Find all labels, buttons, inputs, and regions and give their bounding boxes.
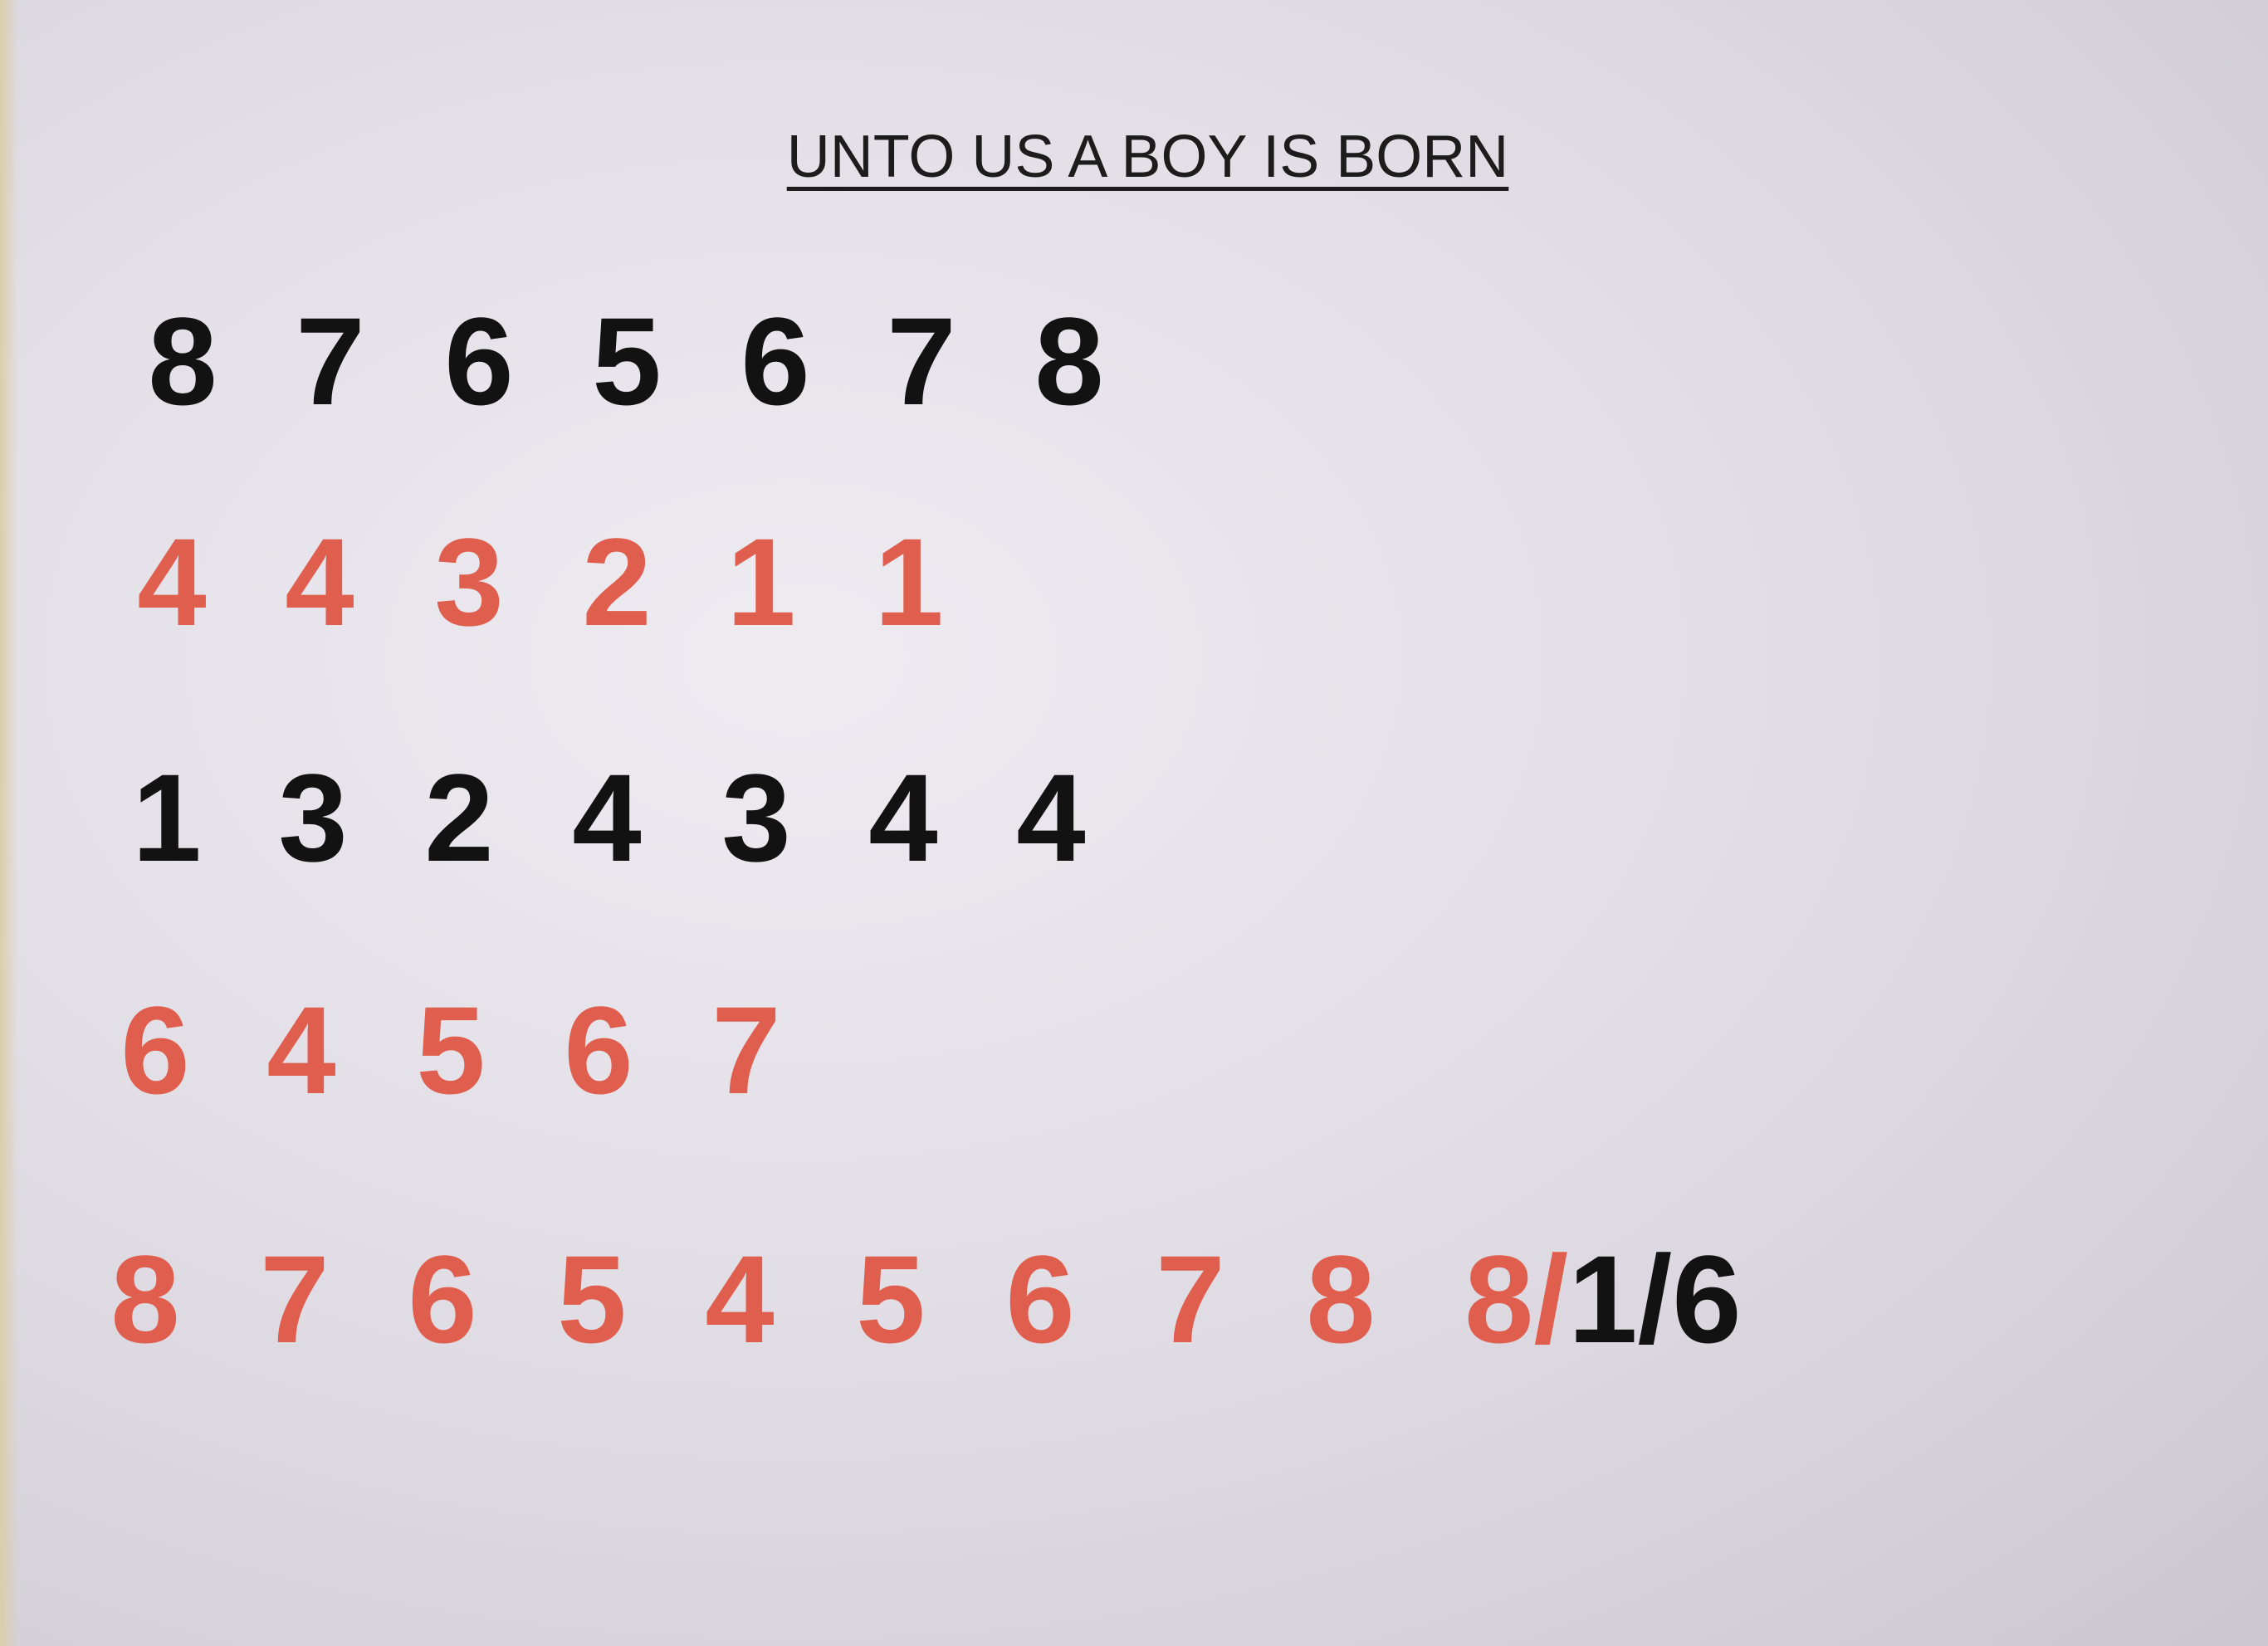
row-3-number: 4 bbox=[572, 748, 642, 887]
row-3-number: 3 bbox=[721, 748, 791, 887]
row-5-number: 6 bbox=[408, 1229, 477, 1369]
final-red-part: 8/ bbox=[1464, 1229, 1569, 1369]
row-4-number: 7 bbox=[711, 980, 781, 1120]
row-1-number: 7 bbox=[887, 291, 956, 431]
row-4-number: 6 bbox=[120, 980, 190, 1120]
row-3-number: 2 bbox=[424, 748, 494, 887]
row-3-number: 4 bbox=[868, 748, 938, 887]
row-2-number: 1 bbox=[874, 512, 944, 652]
row-2-number: 3 bbox=[434, 512, 504, 652]
row-1-number: 6 bbox=[741, 291, 810, 431]
final-black-part: 1/6 bbox=[1568, 1229, 1742, 1369]
row-2-number: 4 bbox=[285, 512, 354, 652]
row-5-number: 8 bbox=[1306, 1229, 1376, 1369]
row-5-number: 7 bbox=[1156, 1229, 1225, 1369]
row-3-number: 3 bbox=[278, 748, 348, 887]
row-2-number: 4 bbox=[137, 512, 207, 652]
row-4-number: 4 bbox=[266, 980, 336, 1120]
row-1-number: 8 bbox=[1034, 291, 1104, 431]
row-2-number: 2 bbox=[582, 512, 652, 652]
row-3-number: 1 bbox=[132, 748, 202, 887]
row-5-number: 6 bbox=[1005, 1229, 1075, 1369]
song-title: UNTO US A BOY IS BORN bbox=[786, 124, 1509, 190]
paper-sheet: UNTO US A BOY IS BORN 8 7 6 5 6 7 8 4 4 … bbox=[0, 0, 2268, 1646]
row-4-number: 5 bbox=[416, 980, 486, 1120]
row-1-number: 8 bbox=[148, 291, 218, 431]
row-5-number: 8 bbox=[110, 1229, 180, 1369]
row-2-number: 1 bbox=[726, 512, 796, 652]
row-1-number: 7 bbox=[296, 291, 365, 431]
row-5-number: 5 bbox=[856, 1229, 926, 1369]
row-5-number: 7 bbox=[260, 1229, 330, 1369]
final-combo: 8/1/6 bbox=[1464, 1228, 1742, 1370]
paper-edge bbox=[0, 0, 18, 1646]
row-4-number: 6 bbox=[564, 980, 633, 1120]
row-1-number: 5 bbox=[592, 291, 662, 431]
row-5-number: 5 bbox=[557, 1229, 627, 1369]
row-5-number: 4 bbox=[705, 1229, 775, 1369]
row-1-number: 6 bbox=[444, 291, 514, 431]
row-3-number: 4 bbox=[1016, 748, 1086, 887]
